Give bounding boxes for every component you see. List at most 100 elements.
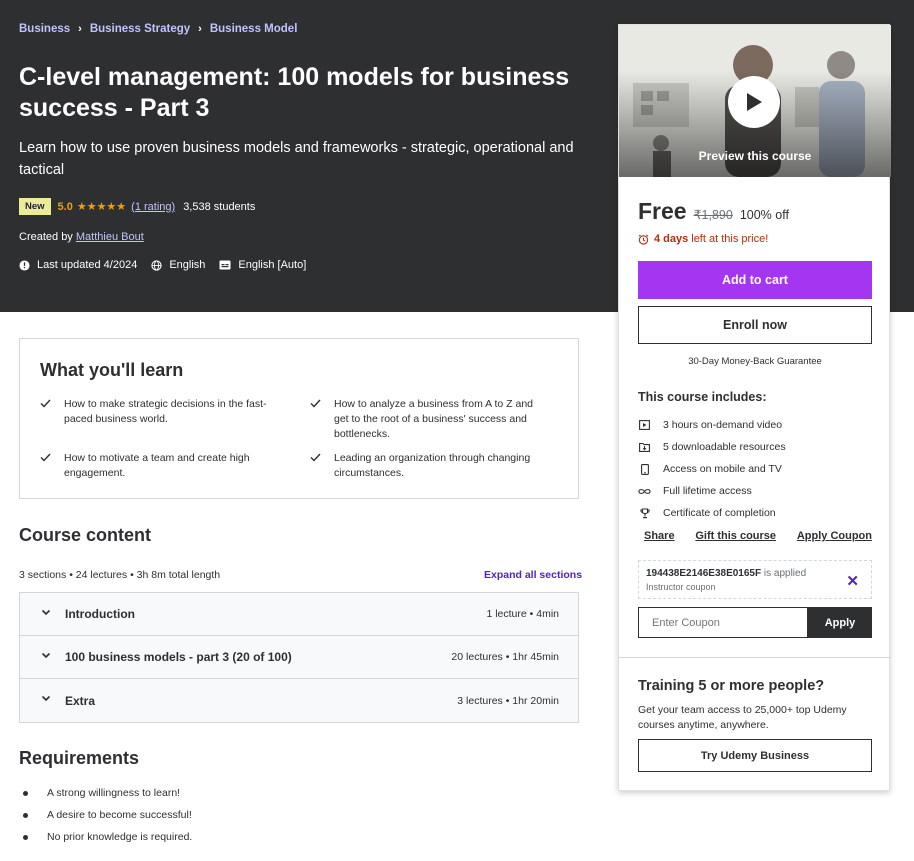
includes-item-label: 3 hours on-demand video bbox=[663, 419, 783, 431]
learn-item: How to analyze a business from A to Z an… bbox=[310, 397, 540, 442]
includes-item-label: Full lifetime access bbox=[663, 485, 752, 497]
includes-item-label: 5 downloadable resources bbox=[663, 441, 786, 453]
learn-item-text: How to make strategic decisions in the f… bbox=[64, 398, 267, 425]
student-count: 3,538 students bbox=[183, 200, 256, 213]
apply-coupon-link[interactable]: Apply Coupon bbox=[797, 530, 872, 542]
add-to-cart-button[interactable]: Add to cart bbox=[638, 261, 872, 299]
includes-item-label: Access on mobile and TV bbox=[663, 463, 782, 475]
section-name: Extra bbox=[65, 693, 96, 708]
includes-item: 5 downloadable resources bbox=[638, 436, 786, 458]
expand-all-sections-button[interactable]: Expand all sections bbox=[484, 569, 582, 581]
coupon-applied-text: 194438E2146E38E0165F is applied bbox=[646, 568, 806, 579]
infinity-icon bbox=[638, 488, 651, 495]
includes-list: 3 hours on-demand video 5 downloadable r… bbox=[638, 414, 786, 524]
section-info: 1 lecture • 4min bbox=[486, 608, 559, 620]
rating-value: 5.0 bbox=[57, 200, 73, 213]
checkmark-icon bbox=[40, 453, 51, 462]
chevron-down-icon bbox=[41, 609, 51, 616]
video-icon bbox=[638, 420, 651, 430]
money-back-guarantee: 30-Day Money-Back Guarantee bbox=[688, 356, 822, 367]
learn-item: Leading an organization through changing… bbox=[310, 451, 540, 481]
course-captions: English [Auto] bbox=[219, 259, 306, 271]
mobile-icon bbox=[638, 463, 651, 475]
training-title: Training 5 or more people? bbox=[638, 678, 825, 694]
checkmark-icon bbox=[310, 453, 321, 462]
course-language: English bbox=[151, 259, 205, 271]
bullet-icon bbox=[23, 812, 28, 818]
captions-text: English [Auto] bbox=[238, 259, 307, 271]
section-name: 100 business models - part 3 (20 of 100) bbox=[65, 650, 292, 664]
includes-title: This course includes: bbox=[638, 390, 767, 404]
section-row-extra[interactable]: Extra 3 lectures • 1hr 20min bbox=[20, 679, 578, 722]
course-content-meta: 3 sections • 24 lectures • 3h 8m total l… bbox=[19, 569, 221, 581]
section-row-introduction[interactable]: Introduction 1 lecture • 4min bbox=[20, 593, 578, 636]
includes-item: Certificate of completion bbox=[638, 502, 786, 524]
what-youll-learn-title: What you'll learn bbox=[40, 360, 184, 380]
includes-item: Full lifetime access bbox=[638, 480, 786, 502]
breadcrumb-business-strategy[interactable]: Business Strategy bbox=[90, 23, 190, 35]
created-by-label: Created by bbox=[19, 231, 73, 243]
alert-badge-icon bbox=[19, 259, 30, 271]
requirement-item: A strong willingness to learn! bbox=[19, 782, 192, 804]
section-name: Introduction bbox=[65, 607, 135, 621]
section-row-business-models[interactable]: 100 business models - part 3 (20 of 100)… bbox=[20, 636, 578, 679]
course-preview-video[interactable]: Preview this course bbox=[619, 25, 891, 177]
enroll-now-button[interactable]: Enroll now bbox=[638, 306, 872, 344]
requirement-text: A strong willingness to learn! bbox=[47, 787, 181, 799]
try-udemy-business-button[interactable]: Try Udemy Business bbox=[638, 739, 872, 772]
share-button[interactable]: Share bbox=[644, 530, 675, 542]
coupon-apply-button[interactable]: Apply bbox=[808, 607, 872, 638]
section-info: 3 lectures • 1hr 20min bbox=[457, 694, 559, 707]
purchase-sidebar: Preview this course Free ₹1,890 100% off… bbox=[618, 24, 891, 791]
learn-item-text: How to motivate a team and create high e… bbox=[64, 452, 250, 479]
course-subtitle: Learn how to use proven business models … bbox=[19, 140, 574, 178]
what-youll-learn-box: What you'll learn How to make strategic … bbox=[19, 338, 579, 499]
alarm-clock-icon bbox=[638, 234, 649, 245]
last-updated: Last updated 4/2024 bbox=[19, 259, 137, 271]
coupon-input[interactable] bbox=[638, 607, 808, 638]
training-description: Get your team access to 25,000+ top Udem… bbox=[638, 704, 847, 731]
globe-icon bbox=[151, 259, 162, 271]
requirement-item: A desire to become successful! bbox=[19, 804, 192, 826]
closed-captions-icon bbox=[219, 260, 231, 270]
includes-item: Access on mobile and TV bbox=[638, 458, 786, 480]
learn-item-text: Leading an organization through changing… bbox=[334, 452, 531, 479]
requirement-text: A desire to become successful! bbox=[47, 809, 192, 821]
chevron-down-icon bbox=[41, 695, 51, 702]
breadcrumb-business[interactable]: Business bbox=[19, 23, 70, 35]
requirements-title: Requirements bbox=[19, 748, 140, 768]
gift-course-button[interactable]: Gift this course bbox=[695, 530, 776, 542]
bullet-icon bbox=[23, 790, 28, 796]
learn-item: How to make strategic decisions in the f… bbox=[40, 397, 270, 427]
includes-item: 3 hours on-demand video bbox=[638, 414, 786, 436]
course-sections-list: Introduction 1 lecture • 4min 100 busine… bbox=[19, 592, 579, 723]
remove-coupon-close-icon[interactable]: ✕ bbox=[846, 572, 859, 590]
requirement-text: No prior knowledge is required. bbox=[47, 831, 193, 843]
includes-item-label: Certificate of completion bbox=[663, 507, 776, 519]
created-by: Created by Matthieu Bout bbox=[19, 231, 144, 243]
coupon-type: Instructor coupon bbox=[646, 582, 716, 592]
requirement-item: No prior knowledge is required. bbox=[19, 826, 192, 848]
instructor-link[interactable]: Matthieu Bout bbox=[76, 231, 144, 243]
play-icon bbox=[747, 93, 762, 111]
checkmark-icon bbox=[310, 399, 321, 408]
section-info: 20 lectures • 1hr 45min bbox=[451, 651, 559, 663]
play-button-icon[interactable] bbox=[728, 76, 780, 128]
course-rating-row: New 5.0 ★★★★★ (1 rating) 3,538 students bbox=[19, 198, 255, 215]
price-row: Free ₹1,890 100% off bbox=[638, 198, 789, 225]
time-left-days: 4 days bbox=[654, 233, 689, 245]
star-rating-icon: ★★★★★ bbox=[76, 201, 127, 213]
course-meta-row: Last updated 4/2024 English English [Aut… bbox=[19, 259, 320, 271]
time-left-notice: 4 days left at this price! bbox=[638, 233, 768, 245]
coupon-status: is applied bbox=[763, 568, 807, 579]
chevron-right-icon: › bbox=[78, 23, 82, 35]
checkmark-icon bbox=[40, 399, 51, 408]
sidebar-actions: Share Gift this course Apply Coupon bbox=[644, 530, 872, 542]
coupon-code: 194438E2146E38E0165F bbox=[646, 568, 762, 579]
breadcrumb-business-model[interactable]: Business Model bbox=[210, 23, 298, 35]
breadcrumb: Business › Business Strategy › Business … bbox=[19, 23, 297, 35]
language-text: English bbox=[169, 259, 206, 271]
rating-count-link[interactable]: (1 rating) bbox=[131, 201, 175, 213]
last-updated-text: Last updated 4/2024 bbox=[37, 259, 138, 271]
trophy-icon bbox=[638, 507, 651, 519]
